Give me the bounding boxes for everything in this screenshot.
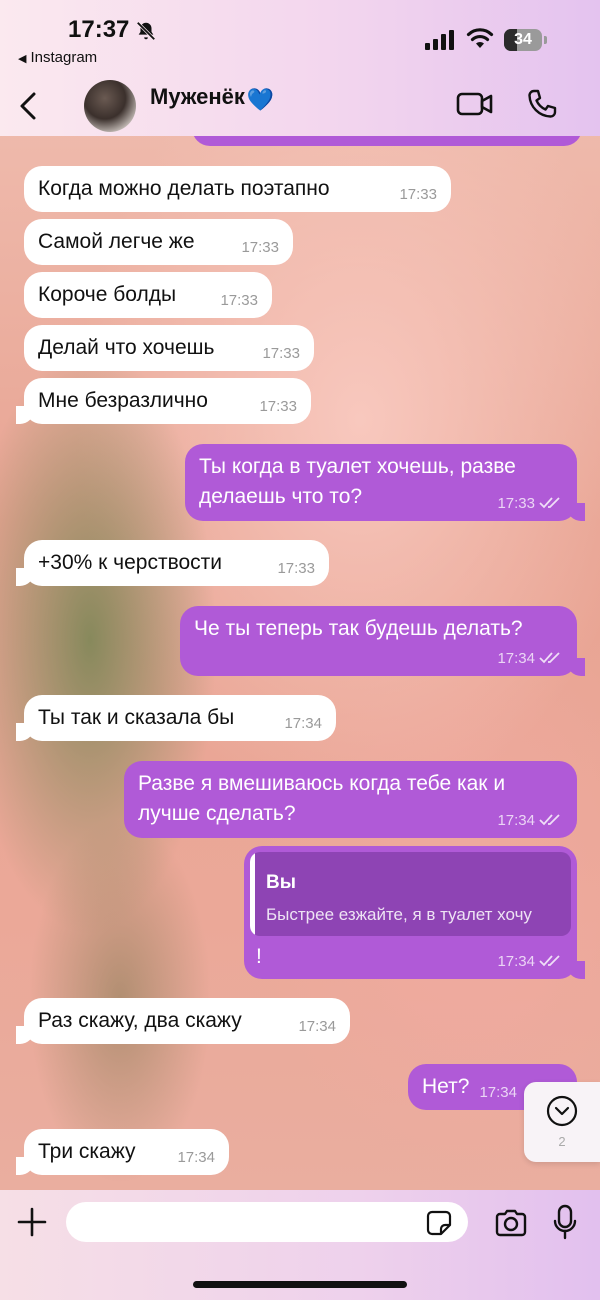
message-time: 17:33 [241, 239, 279, 256]
sticker-icon[interactable] [426, 1210, 452, 1236]
message-time: 17:34 [177, 1149, 215, 1166]
message-bubble-incoming[interactable]: +30% к черствости 17:33 [16, 540, 329, 586]
message-meta: 17:34 [497, 650, 563, 668]
double-check-icon [539, 955, 560, 967]
battery-indicator: 34 [504, 29, 548, 51]
contact-avatar[interactable] [84, 80, 136, 132]
message-time: 17:33 [259, 398, 297, 415]
reply-text: Быстрее езжайте, я в туалет хочу [266, 905, 532, 924]
contact-name[interactable]: Муженёк💙 [150, 84, 274, 113]
bubble-tail [16, 1157, 34, 1175]
back-app-label: Instagram [30, 49, 98, 66]
message-bubble-incoming[interactable]: Когда можно делать поэтапно 17:33 [24, 166, 451, 212]
message-bubble-incoming[interactable]: Короче болды 17:33 [24, 272, 272, 318]
bubble-tail [567, 503, 585, 521]
message-bubble-outgoing-cut [192, 136, 582, 146]
message-time: 17:33 [277, 560, 315, 577]
video-camera-icon[interactable] [456, 90, 494, 118]
battery-percent: 34 [514, 31, 532, 48]
bubble-tail [16, 723, 34, 741]
reply-quote-bar [250, 852, 255, 936]
microphone-icon[interactable] [552, 1204, 578, 1240]
back-triangle-icon: ◀ [18, 53, 27, 65]
unread-count: 2 [558, 1134, 566, 1149]
contact-name-text: Муженёк [150, 84, 245, 109]
bubble-tail [567, 658, 585, 676]
blue-heart-icon: 💙 [246, 87, 275, 112]
plus-icon[interactable] [16, 1206, 48, 1238]
message-time: 17:33 [220, 292, 258, 309]
message-bubble-incoming[interactable]: Раз скажу, два скажу 17:34 [16, 998, 350, 1044]
message-text-line1: Ты когда в туалет хочешь, разве [199, 455, 516, 478]
message-time: 17:33 [399, 186, 437, 203]
double-check-icon [539, 652, 560, 664]
message-time: 17:33 [497, 495, 535, 512]
double-check-icon [539, 814, 560, 826]
message-time: 17:34 [479, 1084, 517, 1101]
back-chevron-icon[interactable] [14, 86, 44, 126]
message-bubble-incoming[interactable]: Мне безразлично 17:33 [16, 378, 311, 424]
bubble-tail [16, 568, 34, 586]
bell-muted-icon [136, 21, 156, 41]
back-to-app-link[interactable]: ◀ Instagram [18, 49, 97, 66]
message-text: Когда можно делать поэтапно [38, 177, 330, 200]
message-time: 17:34 [298, 1018, 336, 1035]
cellular-signal-icon [425, 30, 454, 50]
battery-nub [544, 36, 547, 44]
message-text: Делай что хочешь [38, 336, 215, 359]
message-text: Мне безразлично [38, 389, 208, 412]
wifi-icon [466, 28, 494, 48]
message-time: 17:34 [284, 715, 322, 732]
message-bubble-outgoing[interactable]: Разве я вмешиваюсь когда тебе как и лучш… [124, 761, 577, 838]
camera-icon[interactable] [494, 1208, 528, 1238]
phone-icon[interactable] [526, 88, 558, 120]
message-input[interactable] [66, 1202, 468, 1242]
message-time: 17:33 [262, 345, 300, 362]
message-text: Че ты теперь так будешь делать? [194, 617, 523, 640]
message-meta: 17:33 [497, 495, 563, 513]
message-text: ! [256, 945, 262, 968]
message-bubble-incoming[interactable]: Три скажу 17:34 [16, 1129, 229, 1175]
message-text: Ты так и сказала бы [38, 706, 235, 729]
message-bubble-incoming[interactable]: Делай что хочешь 17:33 [24, 325, 314, 371]
message-time: 17:34 [497, 650, 535, 667]
status-time: 17:37 [68, 16, 130, 43]
chevron-down-circle-icon [546, 1095, 578, 1127]
message-bubble-incoming[interactable]: Ты так и сказала бы 17:34 [16, 695, 336, 741]
message-time: 17:34 [497, 953, 535, 970]
message-text: +30% к черствости [38, 551, 223, 574]
message-text-line1: Разве я вмешиваюсь когда тебе как и [138, 772, 506, 795]
battery-body: 34 [504, 29, 542, 51]
message-bubble-outgoing-reply[interactable]: Вы Быстрее езжайте, я в туалет хочу ! 17… [244, 846, 585, 979]
message-time: 17:34 [497, 812, 535, 829]
scroll-to-bottom-button[interactable]: 2 [524, 1082, 600, 1162]
message-bubble-outgoing[interactable]: Че ты теперь так будешь делать? 17:34 [180, 606, 585, 676]
reply-author: Вы [266, 872, 296, 893]
home-indicator [193, 1281, 407, 1288]
reply-quote[interactable]: Вы Быстрее езжайте, я в туалет хочу [250, 852, 571, 936]
message-meta: 17:34 [497, 812, 563, 830]
double-check-icon [539, 497, 560, 509]
message-bubble-incoming[interactable]: Самой легче же 17:33 [24, 219, 293, 265]
message-text: Раз скажу, два скажу [38, 1009, 242, 1032]
chat-header: 17:37 ◀ Instagram 34 Муженёк💙 [0, 0, 600, 136]
bubble-tail [567, 961, 585, 979]
message-list[interactable]: Когда можно делать поэтапно 17:33 Самой … [0, 136, 600, 1190]
message-bubble-outgoing[interactable]: Ты когда в туалет хочешь, разве делаешь … [185, 444, 585, 521]
message-meta: 17:34 [497, 953, 563, 971]
bubble-tail [16, 406, 34, 424]
bubble-tail [16, 1026, 34, 1044]
